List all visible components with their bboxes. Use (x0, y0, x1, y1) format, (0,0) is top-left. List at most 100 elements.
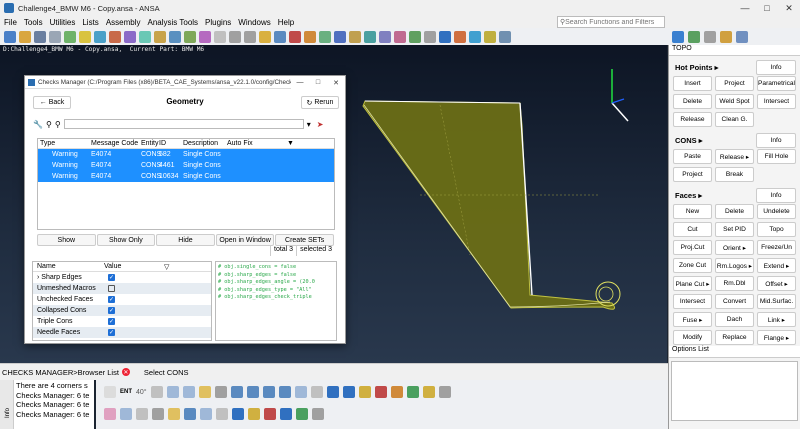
measure-icon[interactable] (274, 30, 286, 43)
cube-icon[interactable] (406, 386, 419, 398)
connect-icon[interactable] (216, 408, 228, 420)
redo-icon[interactable] (244, 30, 256, 43)
group-icon[interactable] (79, 30, 91, 43)
param-checkbox[interactable]: ✓ (108, 318, 115, 325)
copy-icon[interactable] (319, 30, 331, 43)
params-filter-icon[interactable]: ▽ (164, 263, 169, 271)
search-input[interactable] (565, 18, 662, 26)
pid-icon[interactable] (326, 386, 339, 398)
hp-weld-spot-button[interactable]: Weld Spot (715, 94, 754, 109)
faces-rm-dbl-button[interactable]: Rm.Dbl (715, 276, 754, 291)
cons-title[interactable]: CONS ▸ (675, 136, 703, 145)
trim-icon[interactable] (264, 408, 276, 420)
pointer-icon[interactable]: ➤ (317, 120, 324, 129)
faces-flange-button[interactable]: Flange ▸ (757, 330, 796, 345)
neighbour-select-icon[interactable] (198, 386, 211, 398)
pick-mode-icon[interactable] (104, 386, 116, 398)
close-button[interactable]: ✕ (778, 0, 800, 16)
checks-manager-tab[interactable]: CHECKS MANAGER>Browser List ✕ (0, 368, 134, 377)
faces-extend-button[interactable]: Extend ▸ (757, 258, 796, 273)
add-icon[interactable] (230, 386, 243, 398)
entity-filter-icon[interactable] (104, 408, 116, 420)
cons-break-button[interactable]: Break (715, 167, 754, 182)
surface-icon[interactable] (232, 408, 244, 420)
menu-lists[interactable]: Lists (78, 18, 101, 27)
transform-icon[interactable] (259, 30, 271, 43)
menu-help[interactable]: Help (274, 18, 297, 27)
message-log[interactable]: There are 4 corners s Checks Manager: 6 … (14, 380, 94, 429)
faces-convert-button[interactable]: Convert (715, 294, 754, 309)
faces-zone-cut-button[interactable]: Zone Cut (673, 258, 712, 273)
fill-icon[interactable] (390, 386, 403, 398)
hp-release-button[interactable]: Release (673, 112, 712, 127)
merge-icon[interactable] (168, 408, 180, 420)
highlight-icon[interactable] (720, 30, 732, 43)
faces-dach-button[interactable]: Dach (715, 312, 754, 327)
settings-icon[interactable] (424, 30, 436, 43)
show-icon[interactable] (296, 408, 308, 420)
edit-icon[interactable] (214, 386, 227, 398)
list-item[interactable]: › Sharp Edges ✓ (33, 272, 211, 283)
faces-delete-button[interactable]: Delete (715, 204, 754, 219)
visibility-icon[interactable] (334, 30, 346, 43)
box-select-icon[interactable] (150, 386, 163, 398)
param-checkbox[interactable] (108, 285, 115, 292)
column-filter-icon[interactable]: ▼ (287, 140, 294, 147)
menu-analysis-tools[interactable]: Analysis Tools (144, 18, 202, 27)
new-file-icon[interactable] (4, 30, 16, 43)
materials-icon[interactable] (109, 30, 121, 43)
scale-icon[interactable] (120, 408, 132, 420)
faces-freeze-button[interactable]: Freeze/Un (757, 240, 796, 255)
show-button[interactable]: Show (37, 234, 96, 246)
mesh-icon[interactable] (169, 30, 181, 43)
options-list-body[interactable] (671, 361, 798, 421)
list-item[interactable]: Collapsed Cons ✓ (33, 305, 211, 316)
filter-icon[interactable] (704, 30, 716, 43)
minimize-button[interactable]: — (734, 0, 756, 16)
hp-insert-button[interactable]: Insert (673, 76, 712, 91)
list-item[interactable]: Unmeshed Macros (33, 283, 211, 294)
faces-set-pid-button[interactable]: Set PID (715, 222, 754, 237)
dialog-minimize-button[interactable]: — (291, 76, 309, 89)
table-row[interactable]: Warning E4074 CONS 582 Single Cons (38, 149, 334, 160)
col-message-code[interactable]: Message Code (91, 140, 141, 147)
hp-intersect-button[interactable]: Intersect (757, 94, 796, 109)
properties-icon[interactable] (64, 30, 76, 43)
param-checkbox[interactable]: ✓ (108, 274, 115, 281)
filter-dropdown-icon[interactable]: ▾ (307, 120, 311, 129)
hide-icon[interactable] (280, 408, 292, 420)
open-in-window-button[interactable]: Open in Window (215, 234, 275, 246)
faces-offset-button[interactable]: Offset ▸ (757, 276, 796, 291)
delete-icon[interactable] (289, 30, 301, 43)
dialog-close-button[interactable]: ✕ (327, 76, 345, 89)
param-value-column[interactable]: Value (104, 263, 164, 270)
hot-points-title[interactable]: Hot Points ▸ (675, 63, 718, 72)
wrench-icon[interactable]: 🔧 (33, 120, 43, 129)
cut-plane-icon[interactable] (374, 386, 387, 398)
view-icon[interactable] (364, 30, 376, 43)
layers-icon[interactable] (200, 408, 212, 420)
menu-assembly[interactable]: Assembly (102, 18, 144, 27)
cons-fill-hole-button[interactable]: Fill Hole (757, 149, 796, 164)
batch-icon[interactable] (484, 30, 496, 43)
maximize-button[interactable]: □ (756, 0, 778, 16)
hp-parametrical-button[interactable]: Parametrical (757, 76, 796, 91)
list-item[interactable]: Triple Cons ✓ (33, 316, 211, 327)
remove-icon[interactable] (246, 386, 259, 398)
info-tool-icon[interactable] (499, 30, 511, 43)
dialog-maximize-button[interactable]: □ (309, 76, 327, 89)
results-icon[interactable] (409, 30, 421, 43)
cons-info-button[interactable]: Info (756, 132, 796, 148)
table-row[interactable]: Warning E4074 CONS 4461 Single Cons (38, 160, 334, 171)
topo-icon[interactable] (184, 30, 196, 43)
faces-modify-button[interactable]: Modify (673, 330, 712, 345)
cut-icon[interactable] (304, 30, 316, 43)
show-only-button[interactable]: Show Only (96, 234, 156, 246)
results-filter-input[interactable] (63, 119, 304, 129)
create-sets-button[interactable]: Create SETs (275, 234, 334, 246)
menu-tools[interactable]: Tools (20, 18, 46, 27)
circle-select-icon[interactable] (182, 386, 195, 398)
annotation-icon[interactable] (349, 30, 361, 43)
faces-replace-button[interactable]: Replace (715, 330, 754, 345)
function-search[interactable]: ⚲ (557, 16, 665, 28)
